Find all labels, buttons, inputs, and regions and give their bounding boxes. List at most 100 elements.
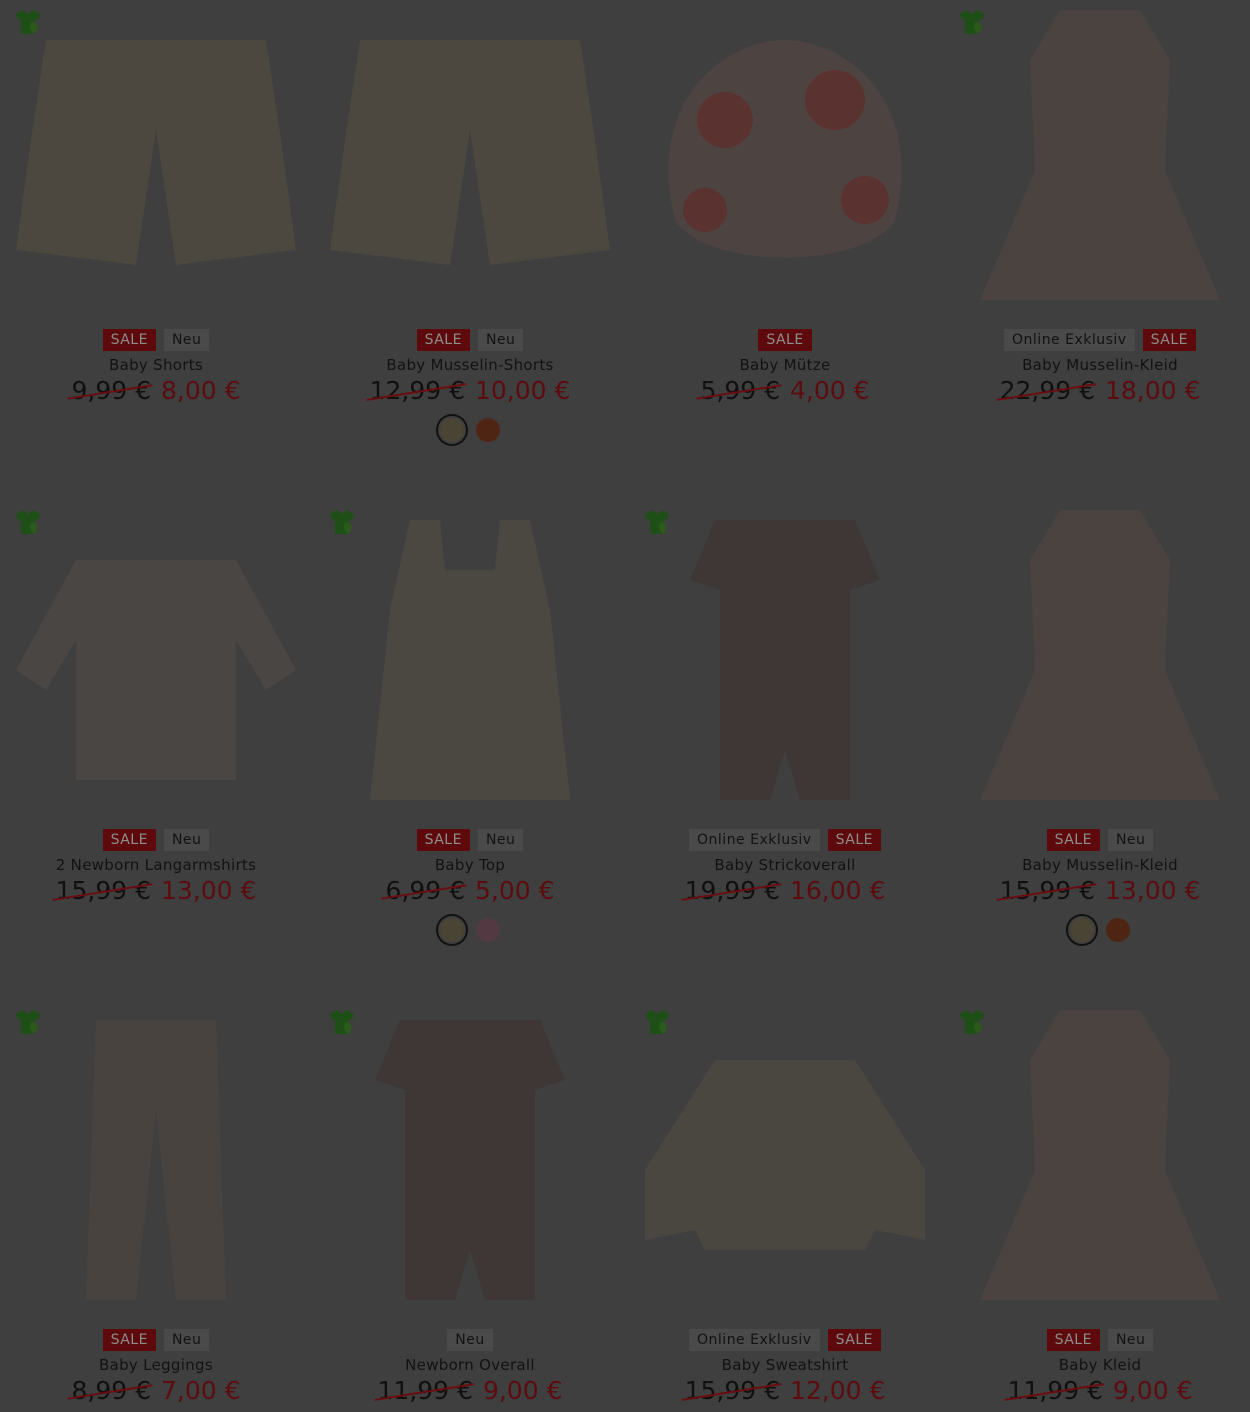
product-card[interactable]: SALE Neu Baby Musselin-Shorts 12,99 € 10,00 … [314,0,626,480]
sale-badge: SALE [416,329,470,351]
product-card[interactable]: SALE Neu Baby Musselin-Kleid 15,99 € 13,00 € [944,500,1250,980]
price-row: 8,99 € 7,00 € [0,1376,312,1405]
product-image[interactable] [635,1000,935,1310]
eco-shirt-icon [330,1010,354,1034]
color-swatch[interactable] [1068,916,1096,944]
price-row: 5,99 € 4,00 € [629,376,941,405]
price-row: 15,99 € 13,00 € [944,876,1250,905]
old-price: 5,99 € [700,376,780,405]
price-row: 22,99 € 18,00 € [944,376,1250,405]
sale-price: 16,00 € [790,876,886,905]
sale-badge: SALE [1046,829,1100,851]
product-name[interactable]: Baby Leggings [0,1356,312,1374]
sale-badge: SALE [416,829,470,851]
sale-price: 5,00 € [475,876,555,905]
old-price: 12,99 € [369,376,465,405]
online-exclusive-badge: Online Exklusiv [689,1329,820,1351]
product-card[interactable]: SALE Neu Baby Kleid 11,99 € 9,00 € [944,1000,1250,1412]
new-badge: Neu [163,329,210,351]
product-card[interactable]: SALE Baby Mütze 5,99 € 4,00 € [629,0,941,480]
old-price: 9,99 € [71,376,151,405]
product-image[interactable] [635,500,935,810]
product-card[interactable]: Online Exklusiv SALE Baby Musselin-Kleid 22… [944,0,1250,480]
price-row: 12,99 € 10,00 € [314,376,626,405]
sale-badge: SALE [1142,329,1196,351]
product-image[interactable] [320,1000,620,1310]
badge-row: SALE Neu [0,1329,312,1351]
sale-price: 13,00 € [1105,876,1201,905]
sale-price: 13,00 € [161,876,257,905]
sale-price: 10,00 € [475,376,571,405]
color-swatch[interactable] [1104,916,1132,944]
product-name[interactable]: Baby Shorts [0,356,312,374]
color-swatch[interactable] [474,416,502,444]
eco-shirt-icon [16,10,40,34]
product-image[interactable] [320,500,620,810]
price-row: 19,99 € 16,00 € [629,876,941,905]
product-card[interactable]: SALE Neu Baby Shorts 9,99 € 8,00 € [0,0,312,480]
sale-price: 9,00 € [482,1376,563,1405]
old-price: 15,99 € [55,876,151,905]
product-card[interactable]: SALE Neu Baby Leggings 8,99 € 7,00 € [0,1000,312,1412]
product-image[interactable] [6,500,306,810]
product-name[interactable]: Baby Sweatshirt [629,1356,941,1374]
price-row: 15,99 € 13,00 € [0,876,312,905]
product-name[interactable]: 2 Newborn Langarmshirts [0,856,312,874]
price-row: 9,99 € 8,00 € [0,376,312,405]
price-row: 6,99 € 5,00 € [314,876,626,905]
old-price: 6,99 € [385,876,465,905]
product-image[interactable] [6,1000,306,1310]
eco-shirt-icon [16,510,40,534]
sale-badge: SALE [758,329,812,351]
product-name[interactable]: Newborn Overall [314,1356,626,1374]
product-image[interactable] [950,1000,1250,1310]
color-swatches [944,916,1250,944]
product-card[interactable]: SALE Neu Baby Top 6,99 € 5,00 € [314,500,626,980]
product-card[interactable]: Online Exklusiv SALE Baby Sweatshirt 15,99 … [629,1000,941,1412]
product-name[interactable]: Baby Kleid [944,1356,1250,1374]
price-row: 15,99 € 12,00 € [629,1376,941,1405]
old-price: 11,99 € [377,1376,473,1405]
sale-badge: SALE [827,829,881,851]
sale-badge: SALE [827,1329,881,1351]
eco-shirt-icon [645,510,669,534]
color-swatches [314,416,626,444]
sale-price: 4,00 € [790,376,870,405]
new-badge: Neu [163,1329,210,1351]
product-name[interactable]: Baby Mütze [629,356,941,374]
sale-price: 9,00 € [1112,1376,1193,1405]
product-name[interactable]: Baby Musselin-Shorts [314,356,626,374]
product-name[interactable]: Baby Musselin-Kleid [944,356,1250,374]
product-card[interactable]: SALE Neu 2 Newborn Langarmshirts 15,99 € 13,… [0,500,312,980]
color-swatches [314,916,626,944]
product-image[interactable] [6,0,306,310]
color-swatch[interactable] [438,916,466,944]
new-badge: Neu [1107,1329,1154,1351]
product-image[interactable] [635,0,935,310]
badge-row: SALE Neu [944,829,1250,851]
product-card[interactable]: Neu Newborn Overall 11,99 € 9,00 € [314,1000,626,1412]
badge-row: SALE Neu [944,1329,1250,1351]
sale-price: 8,00 € [161,376,241,405]
product-name[interactable]: Baby Musselin-Kleid [944,856,1250,874]
eco-shirt-icon [960,1010,984,1034]
product-card[interactable]: Online Exklusiv SALE Baby Strickoverall 19,… [629,500,941,980]
product-image[interactable] [950,500,1250,810]
sale-badge: SALE [1046,1329,1100,1351]
color-swatch[interactable] [474,916,502,944]
eco-shirt-icon [16,1010,40,1034]
old-price: 11,99 € [1007,1376,1103,1405]
product-image[interactable] [320,0,620,310]
old-price: 8,99 € [71,1376,151,1405]
new-badge: Neu [477,329,524,351]
color-swatch[interactable] [438,416,466,444]
product-name[interactable]: Baby Top [314,856,626,874]
product-name[interactable]: Baby Strickoverall [629,856,941,874]
new-badge: Neu [477,829,524,851]
online-exclusive-badge: Online Exklusiv [1004,329,1135,351]
price-row: 11,99 € 9,00 € [944,1376,1250,1405]
product-image[interactable] [950,0,1250,310]
sale-badge: SALE [102,1329,156,1351]
new-badge: Neu [163,829,210,851]
new-badge: Neu [1107,829,1154,851]
